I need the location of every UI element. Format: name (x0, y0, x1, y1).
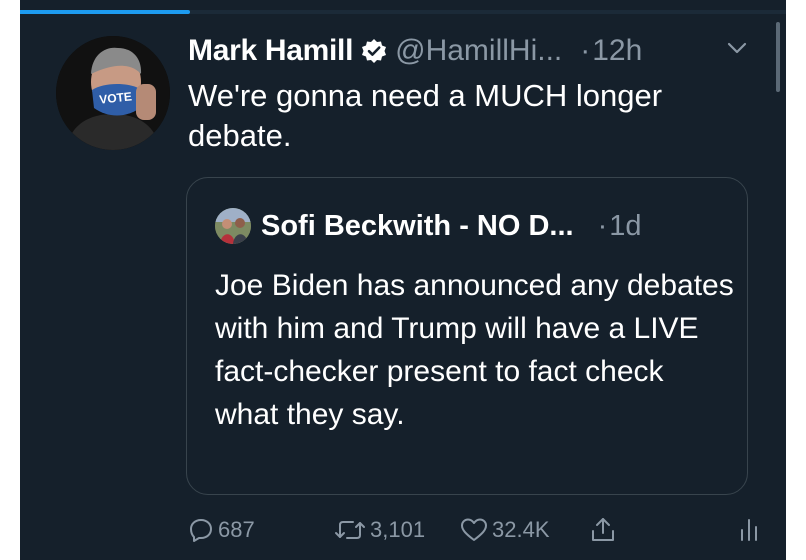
author-avatar[interactable]: VOTE (56, 36, 170, 150)
separator-dot: · (580, 34, 591, 67)
share-button[interactable] (590, 510, 616, 550)
reply-button[interactable]: 687 (188, 510, 255, 550)
load-progress-bar (20, 10, 190, 14)
tweet-header: Mark Hamill @HamillHi... · 12h (188, 30, 642, 72)
scrollbar[interactable] (776, 22, 780, 92)
quoted-author-name[interactable]: Sofi Beckwith - NO D... (261, 210, 574, 243)
reply-icon (188, 517, 214, 543)
author-name[interactable]: Mark Hamill (188, 34, 353, 68)
quoted-tweet-card[interactable]: Sofi Beckwith - NO D... · 1d Joe Biden h… (186, 177, 748, 495)
tweet-timestamp[interactable]: 12h (592, 34, 642, 68)
analytics-button[interactable] (738, 510, 760, 550)
like-button[interactable]: 32.4K (460, 510, 550, 550)
tweet-text: We're gonna need a MUCH longer debate. (188, 78, 663, 153)
quoted-tweet-header: Sofi Beckwith - NO D... · 1d (261, 206, 642, 246)
retweet-count: 3,101 (370, 517, 426, 542)
retweet-icon (334, 517, 366, 543)
author-handle[interactable]: @HamillHi... (395, 34, 562, 68)
author-avatar-image: VOTE (56, 36, 170, 150)
quoted-tweet-text: Joe Biden has announced any debates with… (215, 269, 734, 431)
reply-count: 687 (218, 517, 255, 542)
verified-badge-icon (361, 38, 387, 64)
share-icon (590, 516, 616, 544)
quoted-separator-dot: · (597, 209, 608, 242)
retweet-button[interactable]: 3,101 (334, 510, 425, 550)
like-count: 32.4K (492, 517, 550, 542)
quoted-author-avatar (215, 208, 251, 244)
analytics-icon (738, 516, 760, 544)
quoted-tweet-timestamp: 1d (609, 209, 642, 242)
heart-icon (460, 517, 488, 543)
tweet-screen: VOTE Mark Hamill @HamillHi... · 12h We'r… (20, 0, 786, 560)
chevron-down-icon[interactable] (726, 40, 748, 56)
tweet-action-bar: 687 3,101 32.4K (188, 510, 778, 550)
